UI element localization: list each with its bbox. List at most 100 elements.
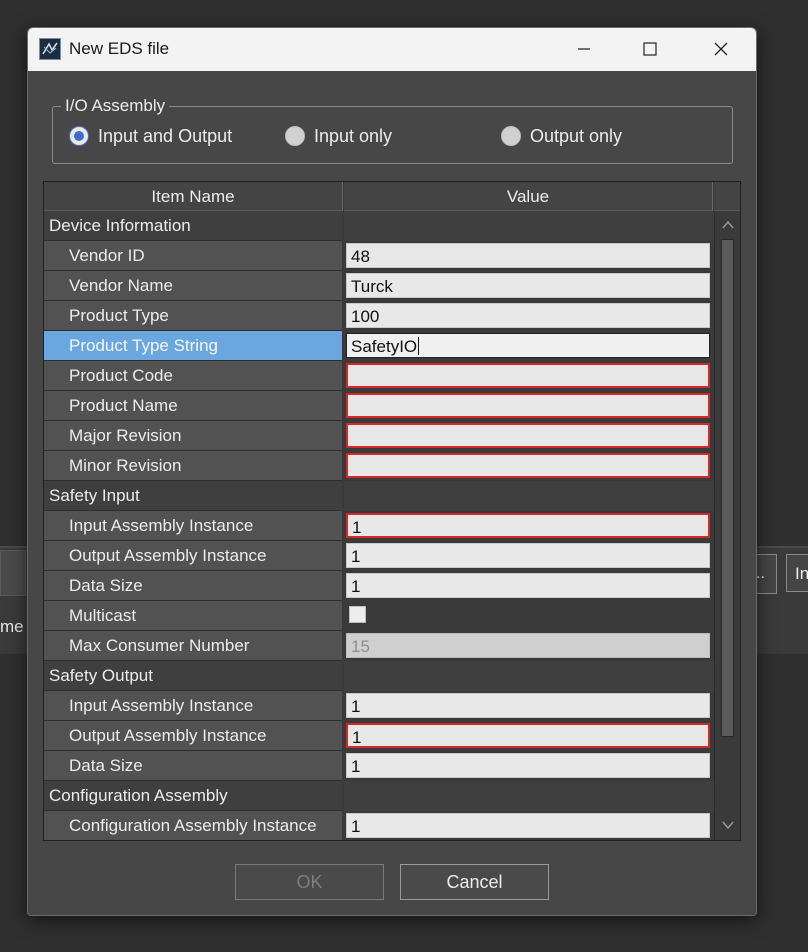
grid-item-row[interactable]: Input Assembly Instance 1 — [44, 511, 714, 541]
value-input[interactable]: 1 — [346, 723, 710, 748]
minimize-button[interactable] — [556, 28, 612, 71]
minimize-icon — [578, 48, 590, 50]
value-input[interactable] — [346, 363, 710, 388]
value-input[interactable]: 1 — [346, 813, 710, 838]
item-name[interactable]: Input Assembly Instance — [44, 691, 342, 721]
vertical-scrollbar[interactable] — [714, 211, 740, 840]
ok-button[interactable]: OK — [235, 864, 384, 900]
value-text: 1 — [352, 518, 362, 537]
value-input[interactable]: 1 — [346, 693, 710, 718]
value-cell — [344, 781, 714, 811]
item-name[interactable]: Data Size — [44, 751, 342, 781]
value-cell — [344, 661, 714, 691]
item-name[interactable]: Output Assembly Instance — [44, 721, 342, 751]
value-text: 1 — [351, 697, 361, 716]
value-cell: SafetyIO — [344, 331, 714, 361]
grid-item-row[interactable]: Major Revision — [44, 421, 714, 451]
value-text: 1 — [351, 547, 361, 566]
item-name[interactable]: Minor Revision — [44, 451, 342, 481]
radio-dot[interactable] — [501, 126, 521, 146]
radio-dot[interactable] — [69, 126, 89, 146]
value-text: 15 — [351, 637, 370, 656]
value-cell: 100 — [344, 301, 714, 331]
item-name[interactable]: Multicast — [44, 601, 342, 631]
grid-item-row[interactable]: Data Size 1 — [44, 571, 714, 601]
value-input[interactable] — [346, 393, 710, 418]
close-button[interactable] — [693, 28, 749, 71]
value-cell: Turck — [344, 271, 714, 301]
column-header-value[interactable]: Value — [344, 182, 713, 211]
value-input[interactable]: Turck — [346, 273, 710, 298]
scroll-up-icon[interactable] — [719, 215, 737, 235]
grid-category-row[interactable]: Device Information — [44, 211, 714, 241]
item-name[interactable]: Max Consumer Number — [44, 631, 342, 661]
value-input: 15 — [346, 633, 710, 658]
value-input[interactable]: 100 — [346, 303, 710, 328]
value-input[interactable]: 1 — [346, 573, 710, 598]
item-name[interactable]: Configuration Assembly Instance — [44, 811, 342, 840]
value-input[interactable] — [346, 453, 710, 478]
grid-category-row[interactable]: Configuration Assembly — [44, 781, 714, 811]
value-input[interactable] — [346, 423, 710, 448]
grid-item-row[interactable]: Input Assembly Instance 1 — [44, 691, 714, 721]
column-header-item-name[interactable]: Item Name — [44, 182, 343, 211]
item-name[interactable]: Input Assembly Instance — [44, 511, 342, 541]
item-name[interactable]: Data Size — [44, 571, 342, 601]
item-name[interactable]: Product Type String — [44, 331, 342, 361]
header-corner — [714, 182, 740, 211]
value-text: 48 — [351, 247, 370, 266]
background-button[interactable] — [0, 550, 26, 596]
dialog-title: New EDS file — [69, 39, 170, 58]
grid-item-row[interactable]: Product Name — [44, 391, 714, 421]
category-label: Safety Output — [44, 661, 342, 691]
grid-item-row[interactable]: Output Assembly Instance 1 — [44, 541, 714, 571]
grid-category-row[interactable]: Safety Input — [44, 481, 714, 511]
grid-item-row[interactable]: Product Type String SafetyIO — [44, 331, 714, 361]
grid-item-row[interactable]: Data Size 1 — [44, 751, 714, 781]
grid-item-row[interactable]: Configuration Assembly Instance 1 — [44, 811, 714, 840]
grid-item-row[interactable]: Max Consumer Number 15 — [44, 631, 714, 661]
grid-item-row[interactable]: Minor Revision — [44, 451, 714, 481]
io-assembly-legend: I/O Assembly — [61, 96, 170, 116]
item-name[interactable]: Vendor Name — [44, 271, 342, 301]
value-input[interactable]: 48 — [346, 243, 710, 268]
maximize-button[interactable] — [622, 28, 678, 71]
value-cell: 1 — [344, 811, 714, 840]
grid-item-row[interactable]: Output Assembly Instance 1 — [44, 721, 714, 751]
value-cell — [344, 361, 714, 391]
value-input[interactable]: SafetyIO — [346, 333, 710, 358]
value-text: SafetyIO — [351, 337, 418, 356]
grid-item-row[interactable]: Product Code — [44, 361, 714, 391]
value-cell — [344, 421, 714, 451]
item-name[interactable]: Product Type — [44, 301, 342, 331]
multicast-checkbox[interactable] — [349, 606, 366, 623]
grid-item-row[interactable]: Multicast — [44, 601, 714, 631]
scroll-down-icon[interactable] — [719, 815, 737, 835]
property-grid: Item Name Value Device Information Vendor… — [43, 181, 741, 841]
grid-category-row[interactable]: Safety Output — [44, 661, 714, 691]
value-cell: 15 — [344, 631, 714, 661]
item-name[interactable]: Output Assembly Instance — [44, 541, 342, 571]
title-bar[interactable]: New EDS file — [28, 28, 756, 71]
maximize-icon — [643, 42, 657, 56]
value-cell — [344, 211, 714, 241]
value-input[interactable]: 1 — [346, 543, 710, 568]
item-name[interactable]: Vendor ID — [44, 241, 342, 271]
item-name[interactable]: Major Revision — [44, 421, 342, 451]
item-name[interactable]: Product Code — [44, 361, 342, 391]
background-ellipsis-button[interactable]: .. — [755, 554, 777, 594]
value-input[interactable]: 1 — [346, 513, 710, 538]
value-cell — [344, 451, 714, 481]
background-in-button[interactable]: In — [786, 554, 808, 592]
value-cell — [344, 481, 714, 511]
grid-item-row[interactable]: Vendor ID 48 — [44, 241, 714, 271]
grid-item-row[interactable]: Product Type 100 — [44, 301, 714, 331]
radio-dot[interactable] — [285, 126, 305, 146]
cancel-button[interactable]: Cancel — [400, 864, 549, 900]
value-cell: 1 — [344, 541, 714, 571]
grid-item-row[interactable]: Vendor Name Turck — [44, 271, 714, 301]
item-name[interactable]: Product Name — [44, 391, 342, 421]
scrollbar-thumb[interactable] — [721, 239, 734, 737]
value-cell: 48 — [344, 241, 714, 271]
value-input[interactable]: 1 — [346, 753, 710, 778]
